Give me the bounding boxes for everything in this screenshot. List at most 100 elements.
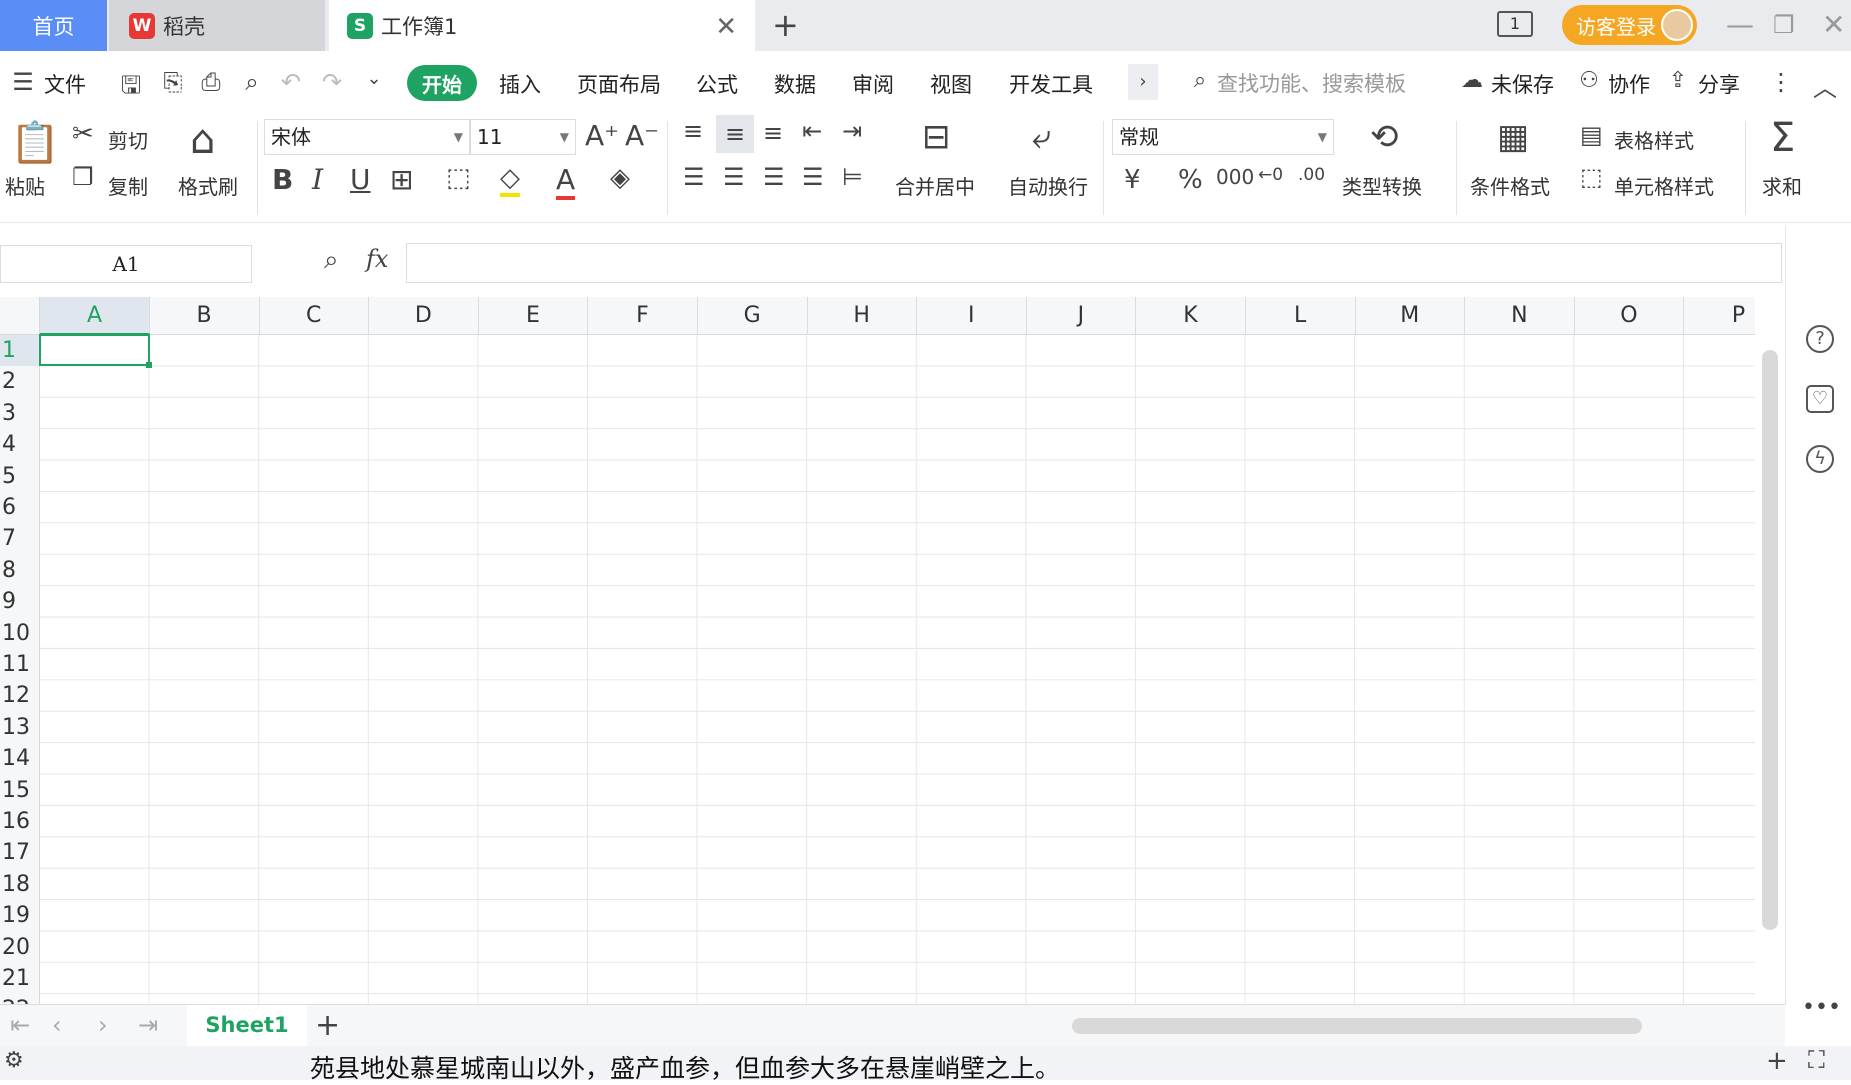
formula-input[interactable]: [406, 243, 1782, 283]
first-sheet-icon[interactable]: ⇤: [10, 1011, 30, 1039]
row-header[interactable]: 12: [0, 680, 40, 711]
active-cell-cursor[interactable]: [39, 334, 152, 368]
column-header[interactable]: B: [150, 297, 260, 335]
vertical-scroll-thumb[interactable]: [1762, 350, 1778, 930]
merge-center-icon[interactable]: ⊟: [922, 117, 951, 157]
column-header[interactable]: I: [917, 297, 1027, 335]
column-header[interactable]: F: [588, 297, 698, 335]
row-header[interactable]: 4: [0, 429, 40, 460]
row-header[interactable]: 9: [0, 586, 40, 617]
conditional-format-button[interactable]: 条件格式: [1470, 171, 1550, 200]
row-header[interactable]: 18: [0, 869, 40, 900]
align-right-icon[interactable]: ☰: [763, 163, 785, 191]
tab-developer[interactable]: 开发工具: [1009, 69, 1093, 99]
row-header[interactable]: 2: [0, 366, 40, 397]
decrease-indent-icon[interactable]: ⇤: [802, 117, 822, 145]
type-convert-button[interactable]: 类型转换: [1342, 171, 1422, 200]
borders-icon[interactable]: ⊞: [390, 163, 413, 196]
quick-access-dropdown-icon[interactable]: ⌄: [359, 68, 389, 98]
name-box[interactable]: A1: [0, 245, 252, 283]
bold-icon[interactable]: B: [272, 163, 293, 196]
close-tab-icon[interactable]: ✕: [715, 12, 737, 42]
conditional-format-icon[interactable]: ▦: [1497, 117, 1529, 157]
paste-icon[interactable]: 📋: [10, 119, 60, 166]
print-icon[interactable]: ⎙: [196, 68, 226, 98]
unsaved-status[interactable]: 未保存: [1491, 69, 1554, 99]
wrap-text-icon[interactable]: ⤶: [1032, 117, 1051, 157]
number-format-select[interactable]: 常规 ▼: [1112, 119, 1334, 155]
cell-style-icon[interactable]: ⬚: [1580, 163, 1603, 191]
row-header[interactable]: 10: [0, 618, 40, 649]
row-header[interactable]: 13: [0, 712, 40, 743]
sum-button[interactable]: 求和: [1762, 171, 1802, 200]
share-button[interactable]: 分享: [1698, 69, 1740, 99]
row-header[interactable]: 3: [0, 398, 40, 429]
justify-icon[interactable]: ☰: [802, 163, 824, 191]
row-header[interactable]: 20: [0, 932, 40, 963]
decrease-decimal-icon[interactable]: .00: [1298, 165, 1325, 185]
export-pdf-icon[interactable]: ⎘: [158, 68, 188, 98]
increase-font-size-icon[interactable]: A⁺: [585, 119, 619, 152]
undo-icon[interactable]: ↶: [276, 68, 306, 98]
wrap-text-button[interactable]: 自动换行: [1008, 171, 1088, 200]
column-header[interactable]: K: [1136, 297, 1246, 335]
window-count-icon[interactable]: 1: [1497, 11, 1533, 37]
column-header[interactable]: O: [1574, 297, 1685, 335]
sum-icon[interactable]: Σ: [1770, 115, 1795, 161]
row-header[interactable]: 7: [0, 523, 40, 554]
more-tabs-chevron-icon[interactable]: ›: [1128, 64, 1158, 100]
decrease-font-size-icon[interactable]: A⁻: [625, 119, 659, 152]
row-header[interactable]: 14: [0, 743, 40, 774]
align-center-icon[interactable]: ☰: [723, 163, 745, 191]
row-header[interactable]: 16: [0, 806, 40, 837]
last-sheet-icon[interactable]: ⇥: [138, 1011, 158, 1039]
cell-fill-style-icon[interactable]: ⬚: [446, 163, 471, 193]
cell-style-button[interactable]: 单元格样式: [1614, 171, 1714, 200]
column-header[interactable]: M: [1355, 297, 1466, 335]
column-header[interactable]: P: [1684, 297, 1755, 335]
hamburger-menu-icon[interactable]: ☰: [8, 68, 38, 98]
select-all-corner[interactable]: [0, 297, 40, 335]
menu-file[interactable]: 文件: [44, 69, 86, 99]
format-painter-button[interactable]: 格式刷: [178, 171, 238, 200]
vertical-scrollbar[interactable]: [1760, 320, 1780, 1000]
fx-icon[interactable]: fx: [366, 245, 388, 273]
row-header[interactable]: 6: [0, 492, 40, 523]
tab-review[interactable]: 审阅: [852, 69, 894, 99]
row-header[interactable]: 19: [0, 900, 40, 931]
collapse-ribbon-icon[interactable]: ︿: [1810, 68, 1840, 102]
table-style-button[interactable]: 表格样式: [1614, 125, 1694, 154]
scissors-icon[interactable]: ✂: [72, 119, 94, 149]
column-header[interactable]: L: [1246, 297, 1356, 335]
prev-sheet-icon[interactable]: ‹: [52, 1011, 62, 1039]
row-header[interactable]: 1: [0, 335, 40, 367]
collaborate-button[interactable]: 协作: [1608, 69, 1650, 99]
template-store-icon[interactable]: ♡: [1806, 385, 1834, 413]
print-preview-icon[interactable]: ⌕: [237, 68, 267, 98]
cut-button[interactable]: 剪切: [108, 125, 148, 154]
sheet-tab[interactable]: Sheet1: [187, 1005, 307, 1047]
distributed-align-icon[interactable]: ⊨: [842, 163, 863, 191]
new-tab-icon[interactable]: +: [772, 6, 799, 44]
merge-center-button[interactable]: 合并居中: [895, 171, 975, 200]
tab-view[interactable]: 视图: [930, 69, 972, 99]
tab-data[interactable]: 数据: [774, 69, 816, 99]
column-header[interactable]: C: [259, 297, 370, 335]
tab-daoke[interactable]: W 稻壳: [109, 0, 325, 51]
font-name-select[interactable]: 宋体 ▼: [264, 119, 470, 155]
align-middle-icon[interactable]: ≡: [716, 115, 754, 153]
tab-workbook[interactable]: S 工作簿1 ✕: [329, 0, 755, 51]
column-header[interactable]: N: [1465, 297, 1575, 335]
row-header[interactable]: 22: [0, 994, 40, 1004]
column-header[interactable]: A: [40, 297, 150, 335]
tab-formula[interactable]: 公式: [696, 69, 738, 99]
row-header[interactable]: 11: [0, 649, 40, 680]
thousands-separator-icon[interactable]: 000: [1216, 165, 1254, 189]
row-header[interactable]: 17: [0, 837, 40, 868]
column-header[interactable]: H: [807, 297, 918, 335]
tab-page-layout[interactable]: 页面布局: [577, 69, 661, 99]
help-icon[interactable]: ?: [1806, 325, 1834, 353]
more-icon[interactable]: •••: [1802, 995, 1841, 1020]
copy-button[interactable]: 复制: [108, 171, 148, 200]
column-header[interactable]: G: [698, 297, 808, 335]
